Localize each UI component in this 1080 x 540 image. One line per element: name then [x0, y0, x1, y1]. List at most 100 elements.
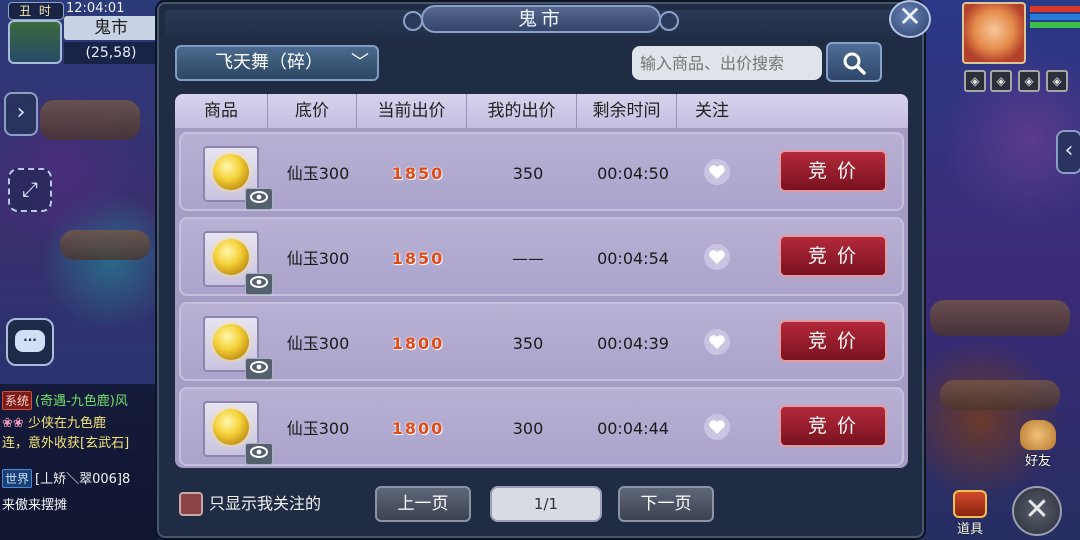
chat-panel[interactable]: 系统 (奇遇-九色鹿)风 ❀❀ 少侠在九色鹿 连，意外收获[玄武石] 世界 [丄矫＼…	[0, 384, 158, 540]
chat-text: (奇遇-九色鹿)风	[35, 394, 128, 409]
scene-scroll-decoration	[930, 300, 1070, 336]
clock-text: 12:04:01	[66, 1, 125, 16]
base-price: 仙玉300	[286, 164, 350, 183]
chevron-down-icon: ﹀	[351, 52, 369, 73]
bid-button[interactable]: 竞价	[779, 405, 887, 447]
column-header: 底价	[268, 94, 357, 128]
heart-icon[interactable]	[703, 158, 731, 186]
chat-line: 连，意外收获[玄武石]	[2, 432, 158, 451]
search-button[interactable]	[826, 42, 882, 82]
coordinates: (25,58)	[64, 42, 158, 64]
item-slot[interactable]	[203, 146, 273, 210]
ghost-market-dialog: 鬼市 ✕ 飞天舞（碎） ﹀ 商品 底价 当前出价 我的出价 剩余时间 关注	[157, 0, 931, 538]
item-slot[interactable]	[203, 316, 273, 380]
chat-text: 少侠在九色鹿	[27, 416, 106, 431]
eye-icon[interactable]	[245, 358, 273, 380]
table-header: 商品 底价 当前出价 我的出价 剩余时间 关注	[175, 94, 908, 128]
chat-line: 来傲来摆摊	[2, 494, 158, 513]
category-dropdown[interactable]: 飞天舞（碎） ﹀	[175, 45, 379, 81]
buff-slot-icon[interactable]: ◈	[964, 70, 986, 92]
heart-icon[interactable]	[703, 413, 731, 441]
items-button[interactable]: 道具	[946, 490, 994, 538]
current-bid: 1800	[391, 334, 445, 353]
heart-icon[interactable]	[703, 328, 731, 356]
column-header: 剩余时间	[577, 94, 677, 128]
eye-icon[interactable]	[245, 443, 273, 465]
time-remaining: 00:04:50	[597, 164, 669, 183]
treasure-chest-icon	[953, 490, 987, 518]
emoji-icon: ❀❀	[2, 416, 24, 431]
bid-button[interactable]: 竞价	[779, 320, 887, 362]
my-bid: 300	[512, 419, 544, 438]
column-header: 当前出价	[357, 94, 467, 128]
base-price: 仙玉300	[286, 419, 350, 438]
time-remaining: 00:04:54	[597, 249, 669, 268]
my-bid: 350	[512, 164, 544, 183]
chat-text: 连，意外收获[玄武石]	[2, 436, 130, 451]
chat-text: [丄矫＼翠006]8	[35, 472, 131, 487]
table-row: 仙玉300 1800 300 00:04:44 竞价	[179, 387, 904, 466]
item-slot[interactable]	[203, 231, 273, 295]
chat-line: ❀❀ 少侠在九色鹿	[2, 412, 158, 431]
handshake-icon	[1020, 420, 1056, 450]
chat-bubble-icon[interactable]: ···	[6, 318, 54, 366]
current-bid: 1800	[391, 419, 445, 438]
friends-label: 好友	[1024, 454, 1051, 469]
fullscreen-expand-icon[interactable]: ⤢	[8, 168, 52, 212]
mp-bar	[1030, 14, 1080, 20]
channel-tag-world: 世界	[2, 469, 33, 488]
shichen-label: 丑 时	[8, 2, 64, 20]
flying-dance-gem-icon	[213, 324, 249, 360]
only-followed-checkbox[interactable]	[179, 492, 203, 516]
expand-left-panel-chevron-icon[interactable]: ›	[4, 92, 38, 136]
page-indicator: 1/1	[490, 486, 602, 522]
item-slot[interactable]	[203, 401, 273, 465]
buff-slot-icon[interactable]: ◈	[990, 70, 1012, 92]
prev-page-button[interactable]: 上一页	[375, 486, 471, 522]
scene-scroll-decoration	[40, 100, 140, 140]
close-menu-icon[interactable]: ✕	[1012, 486, 1062, 536]
time-remaining: 00:04:44	[597, 419, 669, 438]
flying-dance-gem-icon	[213, 239, 249, 275]
chat-text: 来傲来摆摊	[2, 498, 68, 513]
close-dialog-icon[interactable]: ✕	[889, 0, 931, 38]
category-value: 飞天舞（碎）	[215, 52, 323, 73]
expand-right-panel-chevron-icon[interactable]: ‹	[1056, 130, 1080, 174]
channel-tag-system: 系统	[2, 391, 33, 410]
scene-scroll-decoration	[60, 230, 150, 260]
eye-icon[interactable]	[245, 273, 273, 295]
column-header: 关注	[695, 101, 729, 121]
column-header: 我的出价	[467, 94, 577, 128]
search-input[interactable]	[632, 46, 822, 80]
eye-icon[interactable]	[245, 188, 273, 210]
player-avatar[interactable]	[962, 2, 1026, 64]
friends-button[interactable]: 好友	[1014, 420, 1062, 469]
time-remaining: 00:04:39	[597, 334, 669, 353]
flying-dance-gem-icon	[213, 154, 249, 190]
bid-button[interactable]: 竞价	[779, 150, 887, 192]
heart-icon[interactable]	[703, 243, 731, 271]
dialog-title: 鬼市	[403, 5, 679, 33]
bid-button[interactable]: 竞价	[779, 235, 887, 277]
current-bid: 1850	[391, 249, 445, 268]
buff-slot-icon[interactable]: ◈	[1046, 70, 1068, 92]
exp-bar	[1030, 22, 1080, 28]
table-row: 仙玉300 1800 350 00:04:39 竞价	[179, 302, 904, 381]
chat-line: 系统 (奇遇-九色鹿)风	[2, 390, 158, 410]
next-page-button[interactable]: 下一页	[618, 486, 714, 522]
map-name: 鬼市	[64, 16, 158, 40]
buff-slot-icon[interactable]: ◈	[1018, 70, 1040, 92]
items-label: 道具	[956, 522, 983, 537]
my-bid: 350	[512, 334, 544, 353]
flying-dance-gem-icon	[213, 409, 249, 445]
base-price: 仙玉300	[286, 334, 350, 353]
search-icon	[843, 52, 866, 75]
hud-location-panel: 丑 时 12:04:01 鬼市 (25,58)	[4, 0, 158, 70]
chat-line: 世界 [丄矫＼翠006]8	[2, 468, 158, 488]
my-bid: ——	[512, 249, 544, 268]
table-row: 仙玉300 1850 350 00:04:50 竞价	[179, 132, 904, 211]
column-header: 商品	[175, 94, 268, 128]
minimap-icon[interactable]	[8, 20, 62, 64]
current-bid: 1850	[391, 164, 445, 183]
scene-scroll-decoration	[940, 380, 1060, 410]
